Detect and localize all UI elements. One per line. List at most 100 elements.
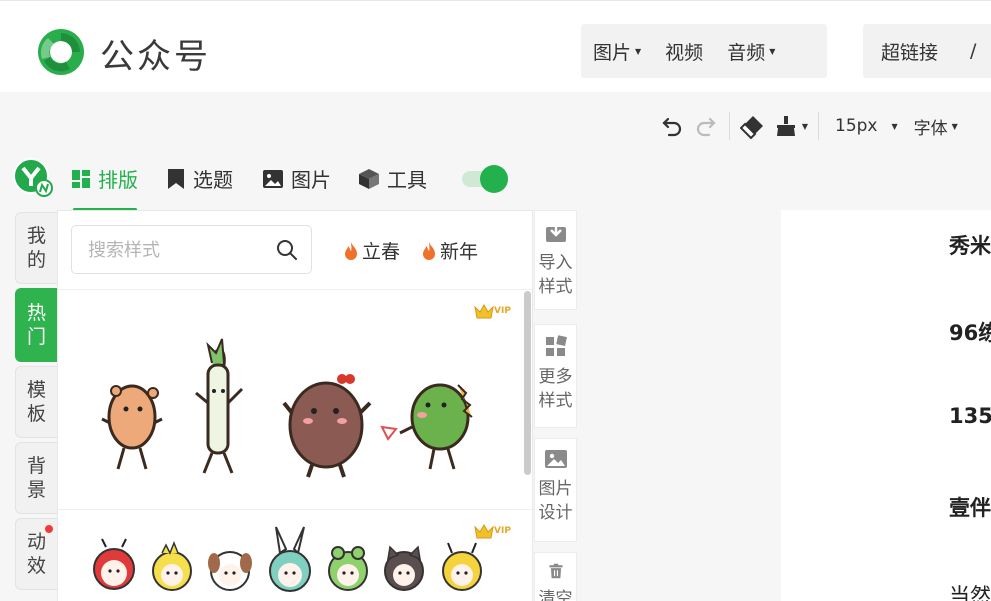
side-tab-templates[interactable]: 模 板: [15, 366, 57, 438]
side-tool-label: 样式: [538, 277, 573, 297]
style-card[interactable]: VIP: [66, 293, 520, 507]
side-tool-label: 设计: [538, 503, 573, 523]
side-tab-label: 我: [26, 225, 46, 247]
side-tab-mine[interactable]: 我 的: [15, 212, 57, 284]
tab-layout[interactable]: 排版: [71, 164, 138, 193]
panel-divider: [58, 289, 532, 290]
flame-icon: [345, 241, 357, 260]
hot-tag-newyear[interactable]: 新年: [421, 237, 478, 264]
style-search-input[interactable]: [88, 236, 268, 264]
brand-title: 公众号: [100, 37, 211, 77]
clear-button[interactable]: 清空: [534, 552, 577, 601]
link-insert-group: 超链接 /: [863, 24, 991, 78]
more-insert-label[interactable]: /: [970, 40, 976, 62]
side-tool-label: 更多: [538, 367, 573, 387]
undo-icon: [662, 117, 682, 137]
chevron-down-icon: ▼: [635, 46, 642, 56]
image-design-button[interactable]: 图片 设计: [534, 438, 577, 542]
redo-button[interactable]: [689, 109, 723, 143]
insert-image-dropdown[interactable]: 图片 ▼: [581, 38, 653, 65]
vip-badge: VIP: [474, 303, 511, 319]
side-tab-label: 的: [26, 249, 46, 271]
trash-icon: [548, 563, 563, 579]
costume-kids-illustration: [93, 526, 482, 592]
side-tool-label: 导入: [538, 253, 573, 273]
side-tool-label: 图片: [538, 479, 573, 499]
style-search-box: [71, 225, 312, 274]
import-style-button[interactable]: 导入 样式: [534, 210, 577, 310]
vip-badge: VIP: [474, 523, 511, 539]
chevron-down-icon[interactable]: ▼: [891, 122, 897, 131]
side-tab-label: 热: [26, 302, 46, 324]
bookmark-icon: [168, 168, 184, 189]
chevron-down-icon: ▼: [769, 46, 776, 56]
toggle-knob: [480, 165, 508, 193]
tab-topics-label: 选题: [193, 168, 233, 192]
cube-icon: [359, 168, 379, 189]
article-paragraph: 壹伴: [949, 496, 991, 520]
side-tab-label: 板: [26, 403, 46, 425]
tab-images-label: 图片: [291, 168, 331, 192]
side-tool-label: 样式: [538, 391, 573, 411]
style-panel: 立春 新年 VIP: [57, 210, 533, 601]
insert-video-button[interactable]: 视频: [653, 38, 715, 65]
format-toolbar: ▼ 15px ▼ 字体 ▼: [655, 108, 958, 144]
plugin-logo-icon[interactable]: [11, 157, 55, 197]
tab-tools[interactable]: 工具: [358, 164, 427, 193]
insert-video-label: 视频: [665, 41, 704, 64]
brush-icon: [776, 116, 795, 136]
article-paragraph: 96练: [949, 321, 991, 345]
redo-icon: [696, 117, 716, 137]
wechat-mp-logo-icon[interactable]: [34, 27, 88, 77]
cartoon-sticker-illustration: [101, 338, 473, 478]
toolbar-divider: [818, 112, 819, 140]
insert-audio-dropdown[interactable]: 音频 ▼: [715, 38, 787, 65]
tab-layout-label: 排版: [98, 168, 138, 192]
toolbar-divider: [729, 112, 730, 140]
vip-label: VIP: [494, 306, 511, 316]
side-tab-label: 动: [26, 531, 46, 553]
media-insert-group: 图片 ▼ 视频 音频 ▼: [581, 24, 827, 78]
font-size-select[interactable]: 15px: [835, 116, 877, 136]
grid-icon: [545, 335, 567, 356]
import-icon: [545, 222, 566, 242]
insert-audio-label: 音频: [727, 41, 766, 64]
plugin-toggle-switch[interactable]: [462, 165, 510, 193]
side-tab-hot[interactable]: 热 门: [15, 288, 57, 362]
chevron-down-icon: ▼: [801, 121, 809, 131]
article-editor[interactable]: 秀米 96练 135 壹伴 当然: [781, 210, 991, 601]
side-tab-label: 效: [26, 555, 46, 577]
article-paragraph: 当然: [949, 584, 991, 601]
side-tab-backgrounds[interactable]: 背 景: [15, 442, 57, 514]
undo-button[interactable]: [655, 109, 689, 143]
notification-dot: [45, 525, 53, 533]
layout-icon: [72, 169, 90, 188]
hot-tag-lichun[interactable]: 立春: [343, 237, 400, 264]
side-tab-label: 模: [26, 379, 46, 401]
eraser-button[interactable]: [736, 109, 770, 143]
font-family-select[interactable]: 字体 ▼: [914, 114, 958, 139]
flame-icon: [423, 241, 435, 260]
hot-tag-label: 新年: [440, 241, 479, 263]
side-tab-label: 门: [26, 326, 46, 348]
tab-images[interactable]: 图片: [262, 164, 331, 193]
article-paragraph: 秀米: [949, 234, 991, 258]
style-card[interactable]: VIP: [66, 513, 520, 601]
top-header: 公众号 图片 ▼ 视频 音频 ▼ 超链接 /: [0, 0, 991, 92]
side-tab-label: 景: [26, 479, 46, 501]
side-tool-label: 清空: [538, 589, 573, 601]
tab-tools-label: 工具: [387, 168, 427, 192]
insert-image-label: 图片: [593, 41, 632, 64]
chevron-down-icon: ▼: [951, 121, 958, 131]
search-icon[interactable]: [276, 239, 298, 261]
more-styles-button[interactable]: 更多 样式: [534, 324, 577, 428]
insert-hyperlink-button[interactable]: 超链接: [863, 38, 950, 65]
card-divider: [58, 509, 532, 510]
crown-icon: [474, 523, 494, 539]
vip-label: VIP: [494, 526, 511, 536]
tab-topics[interactable]: 选题: [166, 164, 233, 193]
font-family-label: 字体: [913, 118, 948, 139]
side-tab-animations[interactable]: 动 效: [15, 518, 57, 590]
panel-scrollbar-thumb[interactable]: [524, 291, 531, 475]
format-brush-button[interactable]: ▼: [770, 109, 812, 143]
